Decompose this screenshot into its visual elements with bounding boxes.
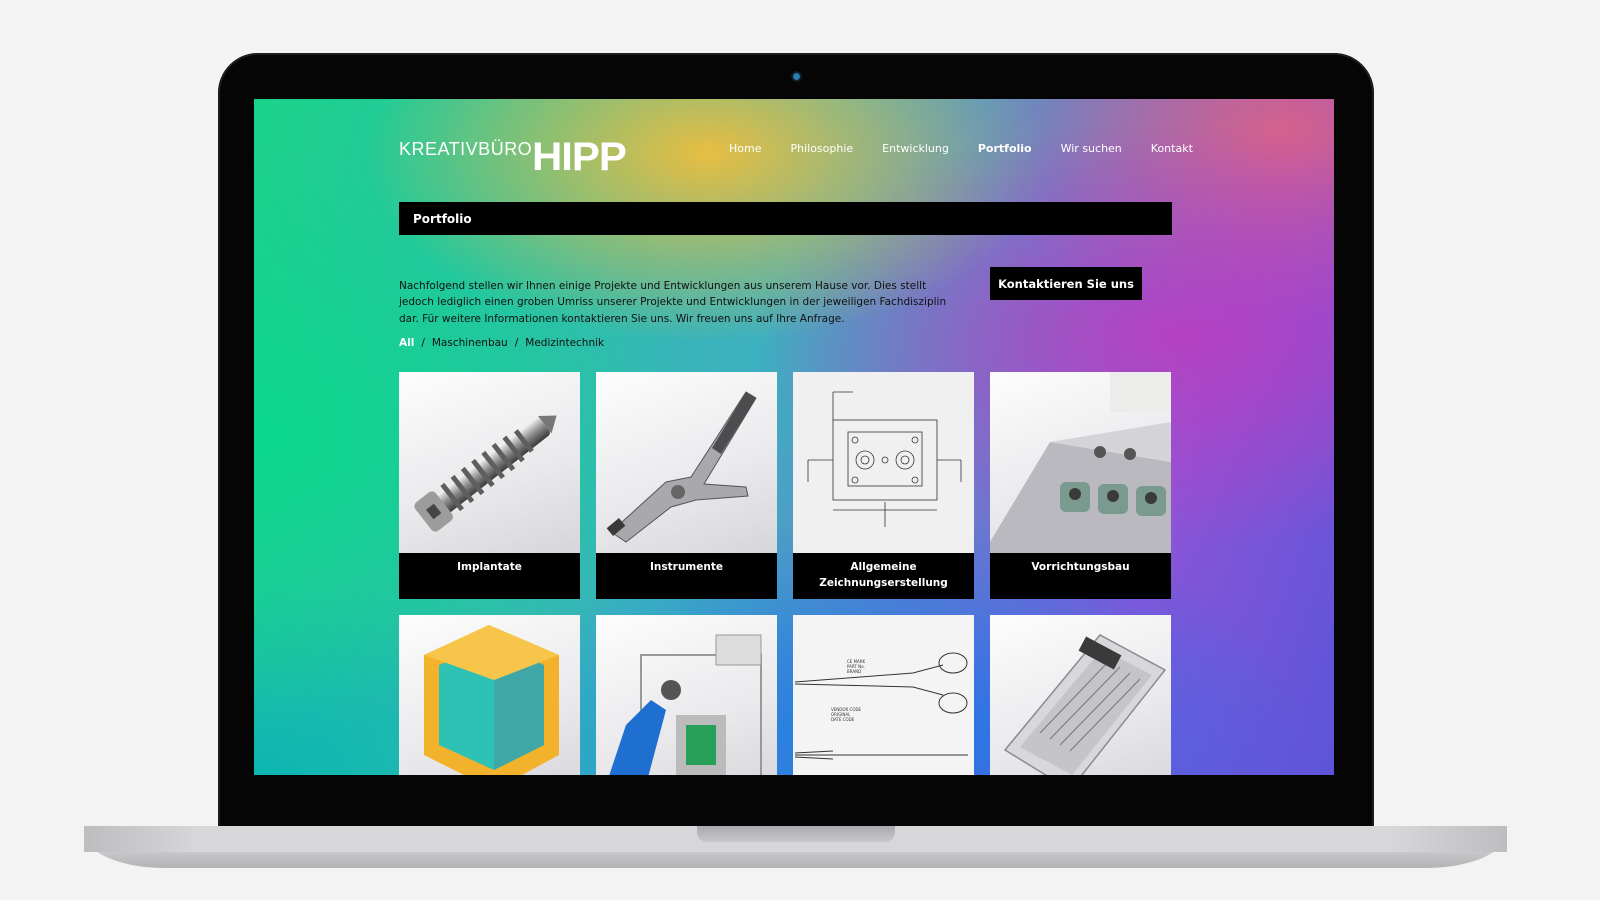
portfolio-caption: Vorrichtungsbau (1031, 561, 1130, 573)
portfolio-filters: All / Maschinenbau / Medizintechnik (399, 337, 604, 349)
portfolio-card-tray[interactable] (990, 615, 1171, 775)
portfolio-caption: Allgemeine Zeichnungserstellung (819, 561, 948, 589)
machine-assembly-image (596, 615, 777, 775)
intro-text: Nachfolgend stellen wir Ihnen einige Pro… (399, 279, 947, 325)
filter-separator: / (421, 337, 425, 349)
nav-item-kontakt[interactable]: Kontakt (1151, 142, 1193, 155)
portfolio-card-scissors[interactable]: CE MARK PART No. BRAND VENDOR CODE ORIGI… (793, 615, 974, 775)
stage: KREATIVBÜRO HIPP Home Philosophie Entwic… (0, 0, 1600, 900)
drawing-label: BRAND (847, 669, 862, 674)
portfolio-card-housing[interactable] (399, 615, 580, 775)
brand-logo-light: KREATIVBÜRO (399, 139, 533, 159)
main-nav: Home Philosophie Entwicklung Portfolio W… (729, 142, 1222, 155)
scissors-drawing-image: CE MARK PART No. BRAND VENDOR CODE ORIGI… (793, 615, 974, 775)
sterilization-tray-image (990, 615, 1171, 775)
contact-button[interactable]: Kontaktieren Sie uns (990, 267, 1142, 300)
brand-logo[interactable]: KREATIVBÜRO HIPP (399, 137, 627, 177)
page-title: Portfolio (399, 202, 1172, 235)
portfolio-caption: Implantate (457, 561, 522, 573)
website-screen: KREATIVBÜRO HIPP Home Philosophie Entwic… (254, 99, 1334, 775)
nav-item-philosophie[interactable]: Philosophie (790, 142, 853, 155)
portfolio-card-instrumente[interactable]: Instrumente (596, 372, 777, 599)
laptop-notch (697, 826, 895, 842)
yellow-housing-image (399, 615, 580, 775)
nav-item-wir-suchen[interactable]: Wir suchen (1061, 142, 1122, 155)
filter-medizintechnik[interactable]: Medizintechnik (525, 337, 604, 349)
portfolio-card-vorrichtungsbau[interactable]: Vorrichtungsbau (990, 372, 1171, 599)
camera-icon (793, 73, 800, 80)
filter-separator: / (514, 337, 519, 349)
portfolio-caption: Instrumente (650, 561, 723, 573)
portfolio-card-implantate[interactable]: Implantate (399, 372, 580, 599)
screw-implant-image (399, 372, 580, 553)
portfolio-card-zeichnungserstellung[interactable]: Allgemeine Zeichnungserstellung (793, 372, 974, 599)
nav-item-home[interactable]: Home (729, 142, 761, 155)
nav-item-portfolio[interactable]: Portfolio (978, 142, 1032, 155)
brand-logo-bold: HIPP (532, 135, 627, 179)
pliers-instrument-image (596, 372, 777, 553)
technical-drawing-image (793, 372, 974, 553)
filter-all[interactable]: All (399, 337, 414, 349)
fixture-image (990, 372, 1171, 553)
nav-item-entwicklung[interactable]: Entwicklung (882, 142, 949, 155)
filter-maschinenbau[interactable]: Maschinenbau (432, 337, 508, 349)
portfolio-card-machine[interactable] (596, 615, 777, 775)
drawing-label: DATE CODE (831, 717, 855, 722)
